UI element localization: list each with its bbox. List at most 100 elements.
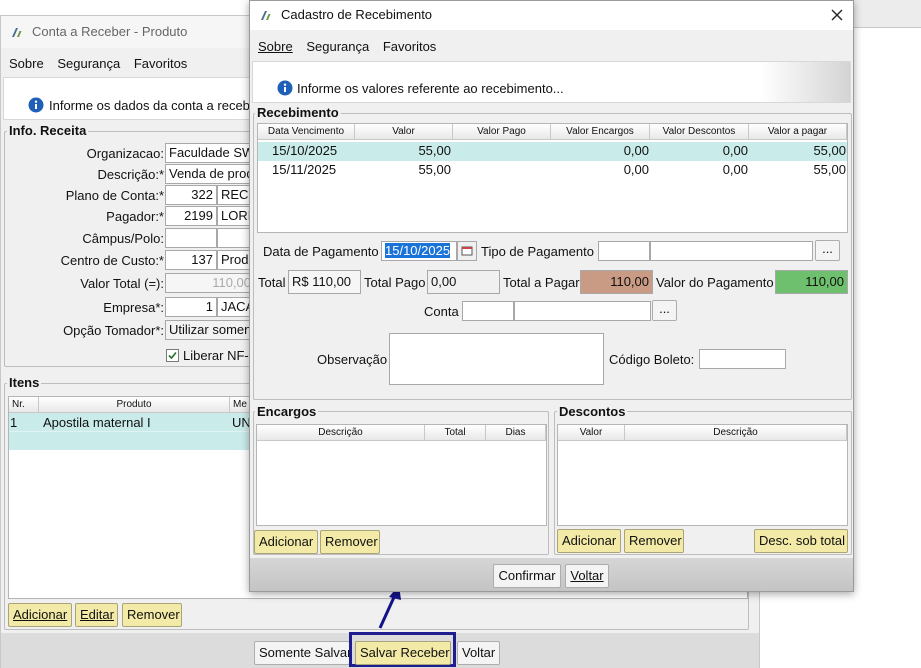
tipo-pagamento-desc-input[interactable] bbox=[650, 241, 813, 261]
dialog-info-icon bbox=[277, 80, 293, 96]
dialog-app-logo-icon bbox=[261, 11, 271, 20]
descontos-remover-button[interactable]: Remover bbox=[624, 529, 684, 553]
itens-row-produto: Apostila maternal I bbox=[43, 415, 151, 430]
close-icon[interactable] bbox=[830, 8, 844, 22]
encargos-header-dias[interactable]: Dias bbox=[486, 425, 546, 441]
descontos-adicionar-button[interactable]: Adicionar bbox=[557, 529, 621, 553]
itens-remover-button[interactable]: Remover bbox=[122, 603, 182, 627]
dialog-menu-sobre[interactable]: Sobre bbox=[258, 39, 293, 54]
field-label-opcao-tomador: Opção Tomador*: bbox=[63, 323, 164, 338]
table-row[interactable] bbox=[258, 161, 847, 180]
itens-title: Itens bbox=[7, 375, 42, 390]
calendar-icon bbox=[461, 246, 473, 256]
descontos-title: Descontos bbox=[557, 404, 628, 419]
campus-code-field[interactable] bbox=[165, 228, 217, 248]
somente-salvar-button[interactable]: Somente Salvar bbox=[254, 641, 352, 665]
salvar-receber-button[interactable]: Salvar Receber bbox=[355, 641, 451, 665]
encargos-header-descricao[interactable]: Descrição bbox=[257, 425, 425, 441]
info-icon bbox=[28, 97, 44, 113]
itens-header-nr[interactable]: Nr. bbox=[9, 397, 39, 413]
total-field: R$ 110,00 bbox=[288, 270, 361, 294]
conta-label: Conta bbox=[424, 304, 459, 319]
conta-code-input[interactable] bbox=[462, 301, 514, 321]
descricao-field[interactable]: Venda de prod bbox=[165, 164, 255, 184]
bg-voltar-button[interactable]: Voltar bbox=[457, 641, 500, 665]
encargos-header-total[interactable]: Total bbox=[425, 425, 486, 441]
total-a-pagar-field: 110,00 bbox=[580, 270, 653, 294]
valor-pagamento-label: Valor do Pagamento bbox=[656, 275, 774, 290]
observacao-label: Observação bbox=[317, 352, 388, 367]
header-valor-a-pagar[interactable]: Valor a pagar bbox=[749, 124, 847, 140]
valor-pagamento-field[interactable]: 110,00 bbox=[775, 270, 848, 294]
field-label-empresa: Empresa*: bbox=[103, 300, 164, 315]
total-pago-label: Total Pago bbox=[364, 275, 426, 290]
row1-data: 15/10/2025 bbox=[272, 143, 338, 158]
dialog-title: Cadastro de Recebimento bbox=[281, 7, 433, 22]
desc-sob-total-button[interactable]: Desc. sob total bbox=[754, 529, 848, 553]
empresa-code-field[interactable]: 1 bbox=[165, 297, 217, 317]
codigo-boleto-label: Código Boleto: bbox=[609, 352, 695, 367]
centro-custo-code-field[interactable]: 137 bbox=[165, 250, 217, 270]
app-logo-icon bbox=[12, 28, 22, 37]
liberar-nf-checkbox[interactable] bbox=[166, 349, 179, 362]
dialog-info-text: Informe os valores referente ao recebime… bbox=[297, 81, 564, 96]
liberar-nf-label: Liberar NF- bbox=[183, 348, 249, 363]
row1-descontos: 0,00 bbox=[722, 143, 748, 158]
data-pagamento-input[interactable]: 15/10/2025 bbox=[381, 241, 457, 261]
row2-apagar: 55,00 bbox=[813, 162, 846, 177]
plano-conta-code-field[interactable]: 322 bbox=[165, 185, 217, 205]
data-pagamento-label: Data de Pagamento bbox=[263, 244, 379, 259]
header-valor-encargos[interactable]: Valor Encargos bbox=[551, 124, 650, 140]
info-receita-title: Info. Receita bbox=[7, 123, 89, 138]
bg-menu-bar: Sobre Segurança Favoritos bbox=[9, 56, 197, 71]
pagador-code-field[interactable]: 2199 bbox=[165, 206, 217, 226]
field-label-descricao: Descrição:* bbox=[97, 167, 164, 182]
row2-encargos: 0,00 bbox=[623, 162, 649, 177]
calendar-button[interactable] bbox=[457, 241, 477, 261]
tipo-pagamento-label: Tipo de Pagamento bbox=[481, 244, 594, 259]
total-a-pagar-label: Total a Pagar bbox=[503, 275, 580, 290]
header-data-vencimento[interactable]: Data Vencimento bbox=[258, 124, 355, 140]
itens-row-divider bbox=[9, 431, 249, 432]
tipo-pagamento-search-button[interactable]: ... bbox=[815, 240, 840, 261]
bg-menu-seguranca[interactable]: Segurança bbox=[57, 56, 120, 71]
data-pagamento-value: 15/10/2025 bbox=[385, 243, 451, 258]
bg-menu-favoritos[interactable]: Favoritos bbox=[134, 56, 187, 71]
tipo-pagamento-code-input[interactable] bbox=[598, 241, 650, 261]
conta-desc-input[interactable] bbox=[514, 301, 651, 321]
codigo-boleto-input[interactable] bbox=[699, 349, 786, 369]
confirmar-button[interactable]: Confirmar bbox=[493, 564, 561, 588]
descontos-header-descricao[interactable]: Descrição bbox=[625, 425, 847, 441]
dialog-menu-favoritos[interactable]: Favoritos bbox=[383, 39, 436, 54]
encargos-remover-button[interactable]: Remover bbox=[320, 530, 380, 554]
itens-adicionar-button[interactable]: Adicionar bbox=[8, 603, 72, 627]
row1-apagar: 55,00 bbox=[813, 143, 846, 158]
dialog-menu-bar: Sobre Segurança Favoritos bbox=[258, 39, 446, 54]
dialog-voltar-button[interactable]: Voltar bbox=[565, 564, 609, 588]
field-label-organizacao: Organizacao: bbox=[86, 146, 164, 161]
field-label-pagador: Pagador:* bbox=[106, 209, 164, 224]
conta-search-button[interactable]: ... bbox=[652, 300, 677, 321]
header-valor[interactable]: Valor bbox=[355, 124, 453, 140]
dialog-menu-seguranca[interactable]: Segurança bbox=[306, 39, 369, 54]
recebimento-title: Recebimento bbox=[255, 105, 341, 120]
row2-descontos: 0,00 bbox=[722, 162, 748, 177]
outer-app-strip bbox=[853, 0, 921, 28]
organizacao-field[interactable]: Faculdade SW bbox=[165, 143, 255, 163]
encargos-title: Encargos bbox=[255, 404, 319, 419]
opcao-tomador-select[interactable]: Utilizar somen bbox=[165, 320, 255, 340]
encargos-adicionar-button[interactable]: Adicionar bbox=[254, 530, 318, 554]
itens-editar-button[interactable]: Editar bbox=[75, 603, 118, 627]
observacao-textarea[interactable] bbox=[389, 333, 604, 385]
itens-header-produto[interactable]: Produto bbox=[39, 397, 230, 413]
header-valor-descontos[interactable]: Valor Descontos bbox=[650, 124, 749, 140]
row1-encargos: 0,00 bbox=[623, 143, 649, 158]
header-valor-pago[interactable]: Valor Pago bbox=[453, 124, 551, 140]
bg-menu-sobre[interactable]: Sobre bbox=[9, 56, 44, 71]
total-label: Total bbox=[258, 275, 286, 290]
valor-total-field: 110,00 bbox=[165, 273, 255, 293]
descontos-header-valor[interactable]: Valor bbox=[558, 425, 625, 441]
row2-data: 15/11/2025 bbox=[272, 162, 337, 177]
table-row[interactable] bbox=[258, 142, 847, 161]
total-pago-field: 0,00 bbox=[427, 270, 500, 294]
